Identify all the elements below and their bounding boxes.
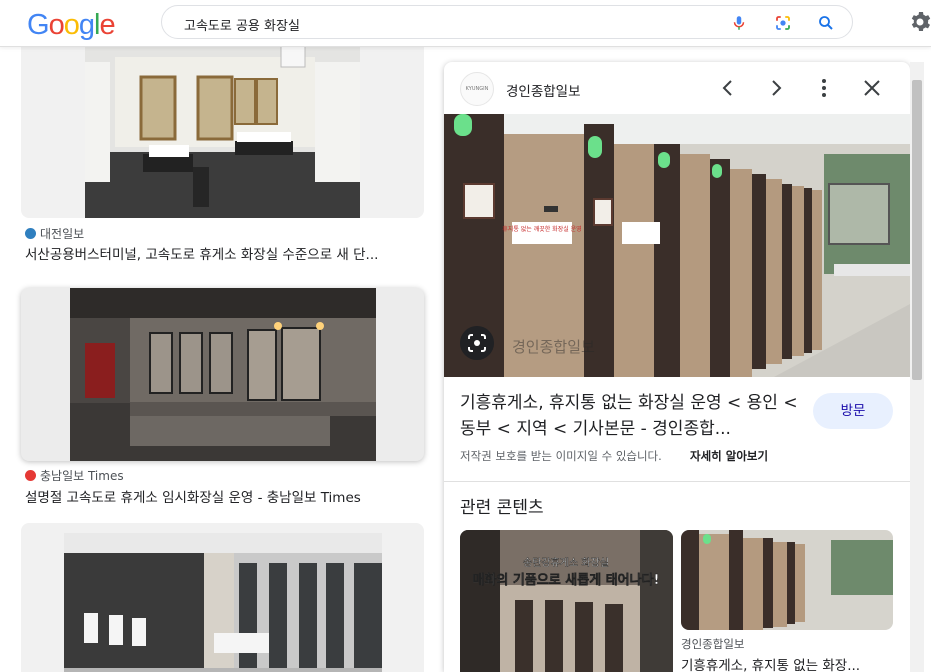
result-image-card[interactable] (21, 288, 424, 461)
result-title[interactable]: 서산공용버스터미널, 고속도로 휴게소 화장실 수준으로 새 단... (25, 243, 425, 263)
top-bar: Google 고속도로 공용 화장실 (0, 0, 931, 47)
logo-letter: e (99, 9, 115, 41)
logo-letter: o (63, 9, 80, 41)
result-source-name: 대전일보 (40, 227, 85, 241)
result-image-card[interactable] (21, 47, 424, 218)
publisher-logo[interactable]: KYUNGIN (460, 72, 494, 106)
sign-text: 휴지통 없는 깨끗한 화장실 운영 (502, 225, 581, 233)
preview-image[interactable]: 휴지통 없는 깨끗한 화장실 운영 경인종합일보 (444, 114, 910, 377)
result-image (64, 533, 382, 672)
logo-letter: o (48, 9, 65, 41)
panel-scrollbar-thumb[interactable] (912, 80, 922, 380)
site-favicon-icon (25, 470, 36, 481)
image-watermark: 경인종합일보 (512, 338, 595, 356)
logo-letter: g (78, 9, 95, 41)
related-content-heading: 관련 콘텐츠 (460, 498, 544, 518)
related-image[interactable] (681, 530, 893, 630)
related-source[interactable]: 경인종합일보 (681, 636, 744, 652)
related-overlay-main: 매화의 기품으로 새롭게 태어나다! (473, 572, 660, 588)
result-source[interactable]: 대전일보 (25, 225, 84, 242)
learn-more-link[interactable]: 자세히 알아보기 (690, 448, 768, 464)
logo-letter: G (27, 9, 50, 41)
chevron-right-icon[interactable] (764, 76, 788, 100)
lens-search-icon[interactable] (460, 326, 494, 360)
image-results-column: 대전일보 서산공용버스터미널, 고속도로 휴게소 화장실 수준으로 새 단...… (0, 47, 440, 672)
result-image (85, 47, 360, 218)
gear-icon[interactable] (908, 10, 931, 34)
google-lens-icon[interactable] (774, 14, 792, 32)
google-logo[interactable]: Google (27, 9, 116, 42)
publisher-name[interactable]: 경인종합일보 (506, 80, 581, 100)
publisher-logo-text: KYUNGIN (465, 86, 489, 92)
result-source[interactable]: 충남일보 Times (25, 467, 124, 484)
search-icon[interactable] (817, 14, 835, 32)
result-source-name: 충남일보 Times (40, 469, 124, 483)
preview-title[interactable]: 기흥휴게소, 휴지통 없는 화장실 운영 < 용인 < 동부 < 지역 < 기사… (460, 390, 805, 442)
chevron-left-icon[interactable] (716, 76, 740, 100)
copyright-notice: 저작권 보호를 받는 이미지일 수 있습니다. (460, 449, 662, 463)
image-preview-panel: KYUNGIN 경인종합일보 휴지통 없는 깨끗한 화장실 운영 경인종합일보 … (444, 62, 910, 672)
result-title[interactable]: 설명절 고속도로 휴게소 임시화장실 운영 - 충남일보 Times (25, 486, 425, 506)
result-image-card[interactable] (21, 523, 424, 672)
panel-header: KYUNGIN 경인종합일보 (444, 62, 910, 114)
search-input[interactable]: 고속도로 공용 화장실 (184, 15, 300, 34)
globe-icon (25, 228, 36, 239)
related-overlay-top: 송탄강휴게소 화장실 (523, 557, 609, 569)
visit-button[interactable]: 방문 (813, 393, 893, 429)
microphone-icon[interactable] (730, 14, 748, 32)
related-image[interactable]: 송탄강휴게소 화장실 매화의 기품으로 새롭게 태어나다! (460, 530, 673, 672)
related-title[interactable]: 기흥휴게소, 휴지통 없는 화장... (681, 654, 893, 672)
more-vert-icon[interactable] (812, 76, 836, 100)
divider (444, 481, 910, 482)
search-box[interactable]: 고속도로 공용 화장실 (161, 5, 853, 39)
close-icon[interactable] (860, 76, 884, 100)
result-image (70, 288, 376, 461)
